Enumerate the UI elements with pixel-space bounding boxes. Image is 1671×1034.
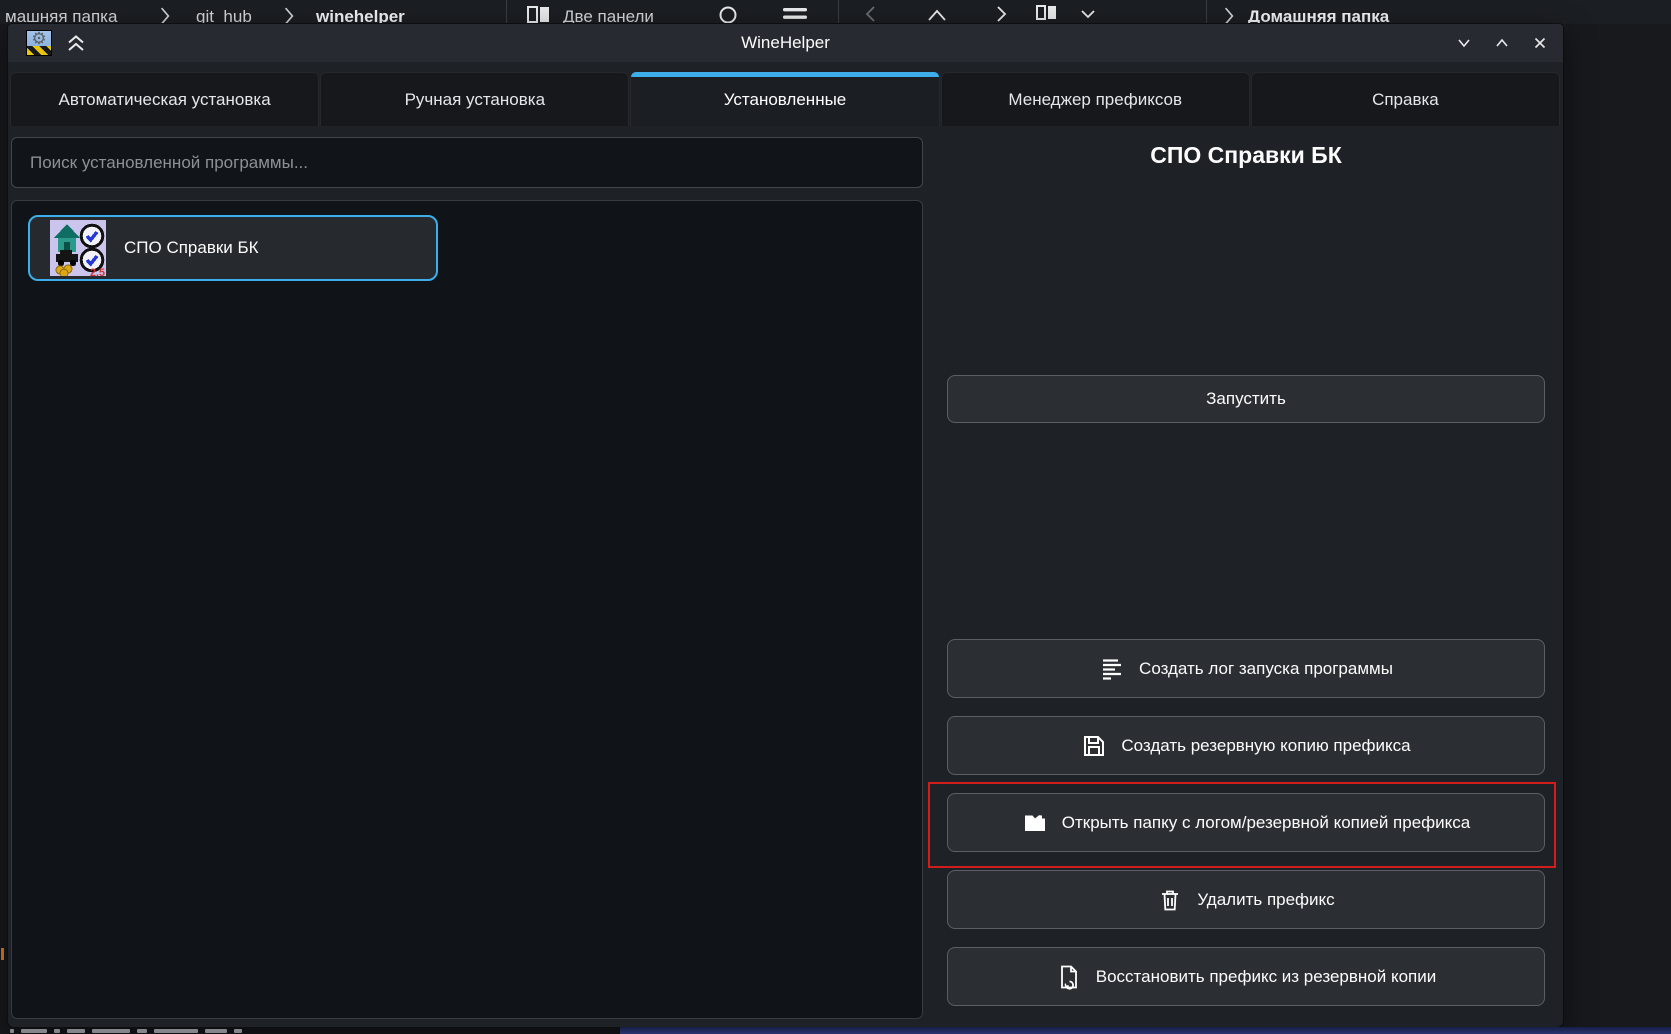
create-log-label: Создать лог запуска программы	[1139, 659, 1393, 679]
spo-spravki-bk-icon: 2.5	[50, 220, 106, 276]
run-button[interactable]: Запустить	[947, 375, 1545, 423]
run-button-label: Запустить	[1206, 389, 1286, 409]
program-name: СПО Справки БК	[124, 238, 259, 258]
tab-auto-install[interactable]: Автоматическая установка	[10, 72, 319, 126]
tab-bar: Автоматическая установка Ручная установк…	[10, 72, 1561, 126]
delete-prefix-label: Удалить префикс	[1197, 890, 1334, 910]
background-selection-bar	[620, 1027, 1671, 1034]
installed-programs-list: 2.5 СПО Справки БК	[11, 200, 923, 1019]
winehelper-window: ⚙ WineHelper Автоматическая установка Ру…	[8, 24, 1563, 1027]
breadcrumb-segment-current[interactable]: winehelper	[316, 5, 405, 24]
open-folder-label: Открыть папку с логом/резервной копией п…	[1062, 813, 1470, 833]
tab-help[interactable]: Справка	[1251, 72, 1560, 126]
chevron-down-icon[interactable]	[1080, 9, 1096, 21]
tab-manual-install[interactable]: Ручная установка	[320, 72, 629, 126]
search-input[interactable]	[11, 137, 923, 188]
program-list-item-selected[interactable]: 2.5 СПО Справки БК	[28, 215, 438, 281]
folder-icon	[1022, 810, 1048, 836]
breadcrumb-chevron-icon	[282, 7, 296, 24]
tab-installed[interactable]: Установленные	[630, 72, 939, 126]
backup-prefix-button[interactable]: Создать резервную копию префикса	[947, 716, 1545, 775]
restore-prefix-button[interactable]: Восстановить префикс из резервной копии	[947, 947, 1545, 1006]
maximize-icon[interactable]	[1493, 34, 1511, 52]
trash-icon	[1157, 887, 1183, 913]
up-icon[interactable]	[925, 6, 949, 24]
tab-prefix-manager[interactable]: Менеджер префиксов	[941, 72, 1250, 126]
window-title: WineHelper	[8, 24, 1563, 62]
toolbar-separator	[838, 0, 839, 24]
breadcrumb-segment[interactable]: git_hub	[196, 5, 252, 24]
breadcrumb-segment[interactable]: машняя папка	[5, 5, 117, 24]
toolbar-separator	[1206, 0, 1207, 24]
titlebar[interactable]: ⚙ WineHelper	[8, 24, 1563, 62]
close-icon[interactable]	[1531, 34, 1549, 52]
backup-prefix-label: Создать резервную копию префикса	[1121, 736, 1410, 756]
split-view-label[interactable]: Две панели	[563, 5, 654, 24]
background-filemanager-toolbar: машняя папка git_hub winehelper Две пане…	[0, 0, 1671, 24]
split-view-icon[interactable]	[1036, 5, 1058, 22]
hamburger-menu-icon[interactable]	[782, 8, 808, 24]
clipped-status-text	[10, 1029, 242, 1034]
open-folder-button[interactable]: Открыть папку с логом/резервной копией п…	[947, 793, 1545, 852]
search-field-wrap	[11, 137, 923, 188]
selected-program-title: СПО Справки БК	[947, 142, 1545, 169]
log-lines-icon	[1099, 656, 1125, 682]
back-icon[interactable]	[862, 4, 880, 24]
restore-prefix-label: Восстановить префикс из резервной копии	[1096, 967, 1436, 987]
restore-document-icon	[1056, 964, 1082, 990]
create-log-button[interactable]: Создать лог запуска программы	[947, 639, 1545, 698]
background-artifact	[1, 948, 4, 960]
breadcrumb-chevron-icon	[158, 7, 172, 24]
right-panel-breadcrumb[interactable]: Домашняя папка	[1248, 5, 1389, 24]
save-floppy-icon	[1081, 733, 1107, 759]
desktop: { "background_app": { "breadcrumb": ["ма…	[0, 0, 1671, 1034]
forward-icon[interactable]	[992, 4, 1010, 24]
delete-prefix-button[interactable]: Удалить префикс	[947, 870, 1545, 929]
toolbar-separator	[506, 0, 507, 24]
svg-text:2.5: 2.5	[90, 267, 105, 276]
search-icon[interactable]	[718, 6, 738, 24]
breadcrumb-chevron-icon	[1222, 7, 1236, 24]
minimize-icon[interactable]	[1455, 34, 1473, 52]
two-panels-icon[interactable]	[527, 6, 551, 24]
